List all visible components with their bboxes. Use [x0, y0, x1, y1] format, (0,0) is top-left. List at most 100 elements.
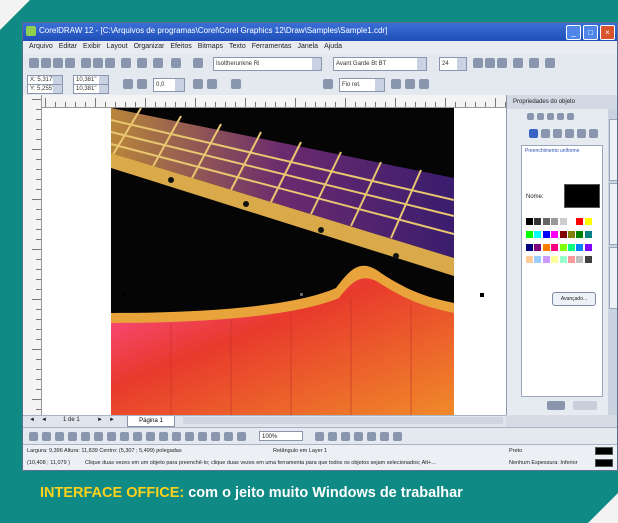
palette-swatch[interactable] — [559, 230, 567, 238]
polygon-tool-icon[interactable] — [133, 432, 142, 441]
to-back-icon[interactable] — [405, 79, 415, 89]
dropcap-icon[interactable] — [545, 58, 555, 68]
palette-swatch[interactable] — [542, 243, 550, 251]
outline-width-select[interactable]: Fio ret. — [339, 78, 385, 92]
detail-tab-icon[interactable] — [557, 113, 564, 120]
undo-icon[interactable] — [121, 58, 131, 68]
bullet-icon[interactable] — [529, 58, 539, 68]
pick-tool-icon[interactable] — [29, 432, 38, 441]
save-icon[interactable] — [53, 58, 63, 68]
copy-icon[interactable] — [93, 58, 103, 68]
menu-item-arquivo[interactable]: Arquivo — [29, 43, 53, 50]
vertical-ruler[interactable] — [23, 95, 42, 415]
general-tab-icon[interactable] — [547, 113, 554, 120]
underline-icon[interactable] — [497, 58, 507, 68]
horizontal-scrollbar[interactable] — [183, 417, 503, 424]
selection-center[interactable] — [300, 293, 303, 296]
height-field[interactable]: 10,381" — [73, 84, 109, 94]
rectangle-tool-icon[interactable] — [107, 432, 116, 441]
first-page-icon[interactable]: ◄ — [29, 417, 35, 423]
menu-item-organizar[interactable]: Organizar — [134, 43, 165, 50]
menu-item-editar[interactable]: Editar — [59, 43, 77, 50]
wrap-icon[interactable] — [323, 79, 333, 89]
postscript-fill-icon[interactable] — [577, 129, 586, 138]
palette-swatch[interactable] — [559, 256, 567, 264]
convert-curves-icon[interactable] — [419, 79, 429, 89]
palette-swatch[interactable] — [526, 230, 533, 238]
advanced-button[interactable]: Avançado... — [552, 292, 596, 306]
font-name-select[interactable]: Isoltherunkne Ri — [213, 57, 322, 71]
pan-icon[interactable] — [367, 432, 376, 441]
mirror-v-icon[interactable] — [207, 79, 217, 89]
palette-swatch[interactable] — [559, 218, 567, 225]
palette-swatch[interactable] — [584, 243, 592, 251]
outline-tool-icon[interactable] — [211, 432, 220, 441]
palette-swatch[interactable] — [534, 243, 542, 251]
font-style-select[interactable]: Avant Garde Bt BT — [333, 57, 427, 71]
internet-tab-icon[interactable] — [567, 113, 574, 120]
menu-item-efeitos[interactable]: Efeitos — [170, 43, 191, 50]
cut-icon[interactable] — [81, 58, 91, 68]
menu-item-bitmaps[interactable]: Bitmaps — [198, 43, 223, 50]
palette-swatch[interactable] — [534, 230, 542, 238]
palette-swatch[interactable] — [526, 243, 533, 251]
palette-swatch[interactable] — [551, 243, 559, 251]
last-page-icon[interactable]: ► — [109, 417, 115, 423]
lock-button[interactable] — [573, 401, 597, 410]
tab-object-manager[interactable] — [609, 119, 617, 181]
font-size-select[interactable]: 24 — [439, 57, 467, 71]
export-icon[interactable] — [171, 58, 181, 68]
palette-swatch[interactable] — [551, 230, 559, 238]
align-icon[interactable] — [513, 58, 523, 68]
zoom-fit-icon[interactable] — [341, 432, 350, 441]
menu-item-ferramentas[interactable]: Ferramentas — [252, 43, 292, 50]
selection-handle-right[interactable] — [480, 293, 484, 297]
y-field[interactable]: Y: 5,255" — [27, 84, 63, 94]
to-front-icon[interactable] — [391, 79, 401, 89]
redo-icon[interactable] — [137, 58, 147, 68]
ellipse-tool-icon[interactable] — [120, 432, 129, 441]
tab-object-properties[interactable] — [609, 247, 617, 309]
menu-item-janela[interactable]: Janela — [297, 43, 318, 50]
menu-item-layout[interactable]: Layout — [107, 43, 128, 50]
palette-swatch[interactable] — [534, 256, 542, 264]
text-tool-icon[interactable] — [159, 432, 168, 441]
palette-swatch[interactable] — [559, 243, 567, 251]
bold-icon[interactable] — [473, 58, 483, 68]
hand-icon[interactable] — [380, 432, 389, 441]
eyedropper-tool-icon[interactable] — [198, 432, 207, 441]
zoom-in-icon[interactable] — [315, 432, 324, 441]
next-page-icon[interactable]: ► — [97, 417, 103, 423]
text-tool-icon[interactable] — [193, 58, 203, 68]
zoom-select[interactable]: 100% — [259, 431, 303, 441]
palette-swatch[interactable] — [567, 256, 575, 264]
menu-item-exibir[interactable]: Exibir — [83, 43, 101, 50]
palette-swatch[interactable] — [534, 218, 542, 225]
rotate-icon[interactable] — [137, 79, 147, 89]
menu-item-ajuda[interactable]: Ajuda — [324, 43, 342, 50]
guitar-artwork[interactable] — [111, 108, 454, 415]
palette-swatch[interactable] — [526, 218, 533, 225]
zoom-tool-icon[interactable] — [68, 432, 77, 441]
prev-page-icon[interactable]: ◄ — [41, 417, 47, 423]
palette-swatch[interactable] — [542, 230, 550, 238]
maximize-button[interactable]: □ — [583, 25, 598, 40]
fountain-fill-icon[interactable] — [541, 129, 550, 138]
palette-swatch[interactable] — [567, 230, 575, 238]
selection-handle-left[interactable] — [123, 293, 127, 297]
print-icon[interactable] — [65, 58, 75, 68]
interactive-tool-icon[interactable] — [185, 432, 194, 441]
palette-swatch[interactable] — [584, 256, 592, 264]
palette-swatch[interactable] — [551, 218, 559, 225]
palette-swatch[interactable] — [551, 256, 559, 264]
palette-swatch[interactable] — [576, 230, 584, 238]
lock-ratio-icon[interactable] — [123, 79, 133, 89]
fill-tab-icon[interactable] — [527, 113, 534, 120]
no-fill-icon[interactable] — [589, 129, 598, 138]
outline-tab-icon[interactable] — [537, 113, 544, 120]
shape-tool-icon[interactable] — [42, 432, 51, 441]
freehand-tool-icon[interactable] — [81, 432, 90, 441]
paste-icon[interactable] — [105, 58, 115, 68]
palette-swatch[interactable] — [567, 218, 575, 225]
palette-swatch[interactable] — [542, 218, 550, 225]
